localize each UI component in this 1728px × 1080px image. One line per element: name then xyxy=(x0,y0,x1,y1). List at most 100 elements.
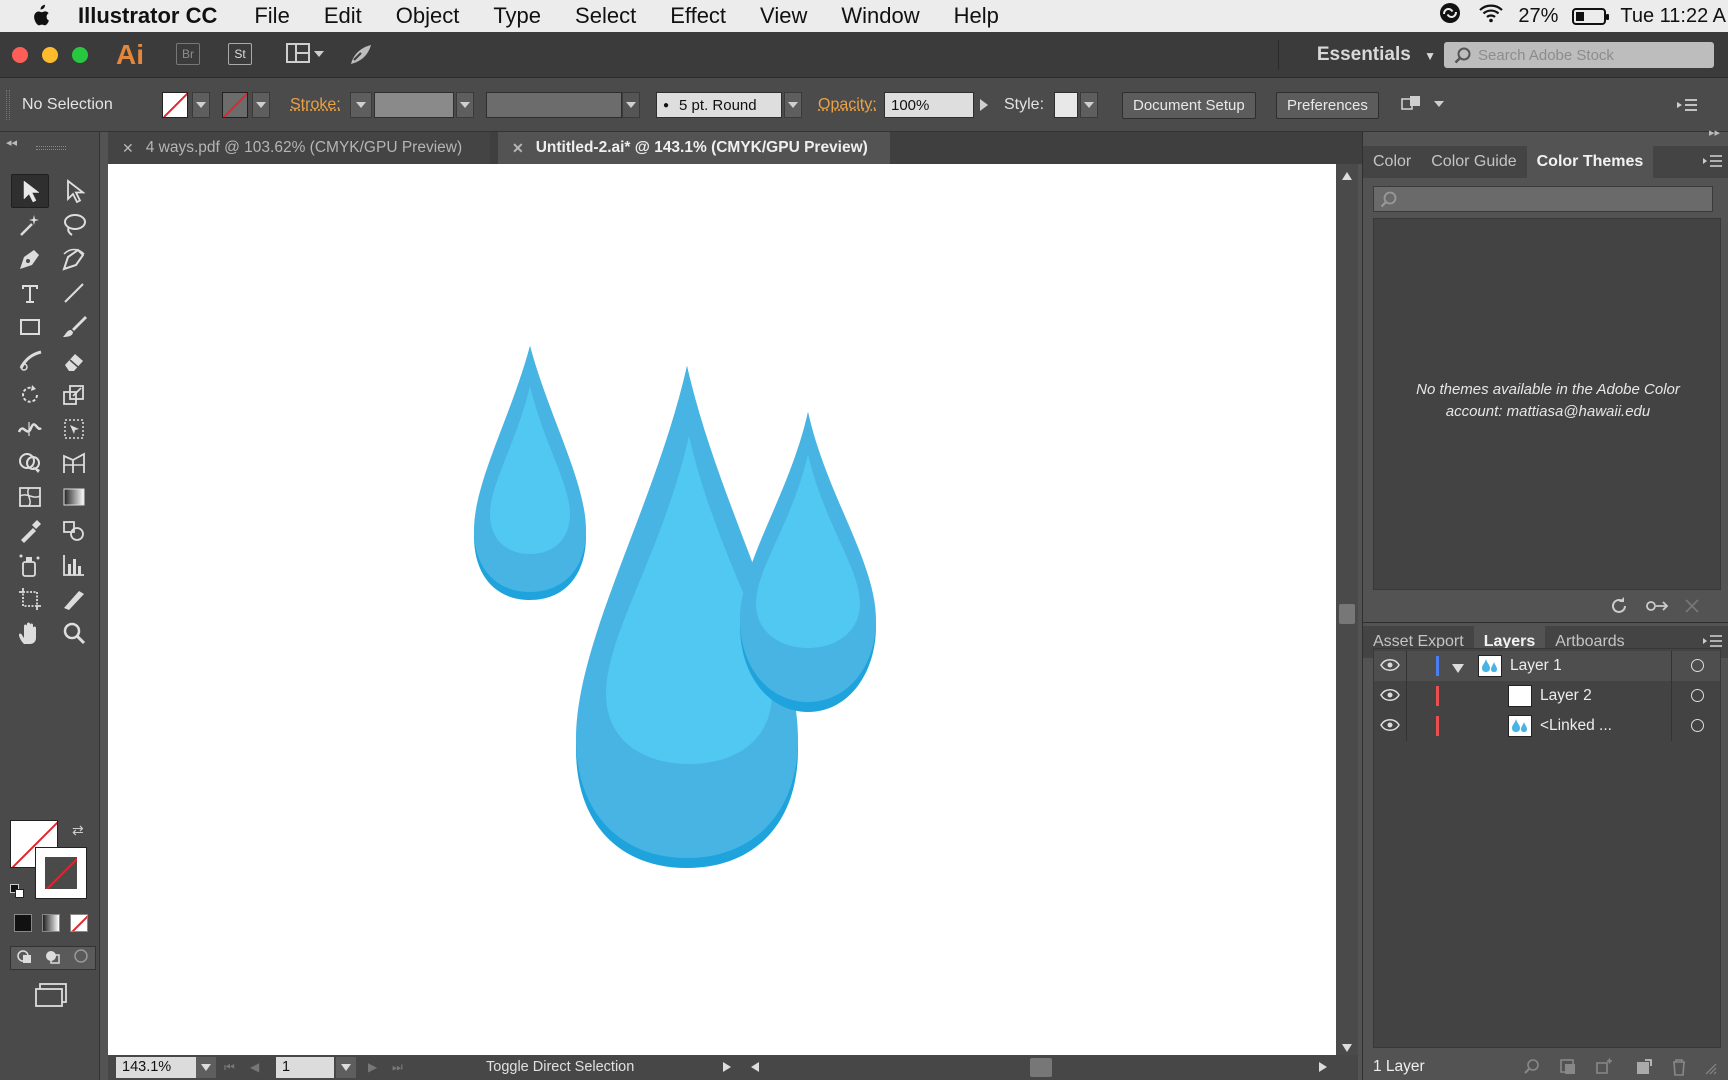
stroke-weight-field[interactable] xyxy=(374,92,454,118)
hand-tool-icon[interactable] xyxy=(11,616,49,650)
lasso-tool-icon[interactable] xyxy=(55,208,93,242)
eye-visibility-icon[interactable] xyxy=(1380,718,1400,737)
menu-select[interactable]: Select xyxy=(558,3,653,29)
wifi-icon[interactable] xyxy=(1478,3,1504,29)
layer-name[interactable]: <Linked ... xyxy=(1540,717,1612,735)
artboard-number-field[interactable]: 1 xyxy=(276,1057,334,1078)
zoom-dropdown-arrow[interactable] xyxy=(196,1057,216,1078)
curvature-tool-icon[interactable] xyxy=(55,242,93,276)
gradient-tool-icon[interactable] xyxy=(55,480,93,514)
line-segment-tool-icon[interactable] xyxy=(55,276,93,310)
workspace-switcher[interactable]: Essentials ▼ xyxy=(1317,44,1436,66)
gradient-mode-icon[interactable] xyxy=(42,914,60,932)
default-fill-stroke-icon[interactable] xyxy=(10,884,24,898)
artboard-canvas[interactable] xyxy=(108,164,1336,1055)
vertical-scrollbar[interactable] xyxy=(1336,164,1358,1055)
lock-column[interactable] xyxy=(1406,711,1407,741)
tab-color[interactable]: Color xyxy=(1363,146,1421,178)
tab-4-ways-pdf[interactable]: ✕ 4 ways.pdf @ 103.62% (CMYK/GPU Preview… xyxy=(108,132,490,164)
horizontal-scrollbar[interactable] xyxy=(748,1057,1332,1078)
opacity-field[interactable]: 100% xyxy=(884,92,974,118)
status-message[interactable]: Toggle Direct Selection xyxy=(486,1059,634,1075)
minimize-window-button[interactable] xyxy=(42,47,58,63)
swap-fill-stroke-icon[interactable]: ⇄ xyxy=(72,822,84,839)
paintbrush-tool-icon[interactable] xyxy=(55,310,93,344)
layer-name[interactable]: Layer 2 xyxy=(1540,687,1592,705)
zoom-tool-icon[interactable] xyxy=(55,616,93,650)
locate-object-icon[interactable] xyxy=(1523,1058,1541,1080)
small-raindrop[interactable] xyxy=(474,346,586,600)
trash-icon[interactable] xyxy=(1671,1058,1687,1080)
variable-width-dropdown-arrow[interactable] xyxy=(622,92,640,118)
target-circle-icon[interactable] xyxy=(1691,719,1704,732)
clock[interactable]: Tue 11:22 A xyxy=(1620,5,1726,28)
close-tab-icon[interactable]: ✕ xyxy=(512,140,524,157)
eyedropper-tool-icon[interactable] xyxy=(11,514,49,548)
graphic-style-swatch[interactable] xyxy=(1054,92,1078,118)
shaper-tool-icon[interactable] xyxy=(11,344,49,378)
first-artboard-icon[interactable]: ⏮ xyxy=(224,1060,235,1075)
stroke-color-box[interactable] xyxy=(35,847,87,899)
magic-wand-tool-icon[interactable] xyxy=(11,208,49,242)
zoom-level-field[interactable]: 143.1% xyxy=(116,1057,196,1078)
layer-row-layer-2[interactable]: Layer 2 xyxy=(1374,681,1720,711)
toolbar-grip[interactable] xyxy=(36,146,66,150)
stock-search-field[interactable]: Search Adobe Stock xyxy=(1444,42,1714,68)
align-options-icon[interactable] xyxy=(1400,93,1446,122)
collapse-dock-icon[interactable]: ▸▸ xyxy=(1709,126,1720,139)
control-bar-grip[interactable] xyxy=(6,90,10,120)
previous-artboard-icon[interactable]: ◀ xyxy=(250,1060,259,1074)
collapse-toolbar-icon[interactable]: ◂◂ xyxy=(6,136,17,149)
graphic-style-dropdown-arrow[interactable] xyxy=(1080,92,1098,118)
tab-color-themes[interactable]: Color Themes xyxy=(1526,146,1654,178)
menu-type[interactable]: Type xyxy=(476,3,558,29)
last-artboard-icon[interactable]: ⏭ xyxy=(392,1060,403,1075)
refresh-icon[interactable] xyxy=(1609,596,1629,621)
draw-inside-icon[interactable] xyxy=(73,948,89,969)
variable-width-profile[interactable] xyxy=(486,92,622,118)
lock-column[interactable] xyxy=(1406,651,1407,681)
menu-help[interactable]: Help xyxy=(937,3,1016,29)
creative-cloud-icon[interactable] xyxy=(1436,2,1464,30)
fill-swatch[interactable] xyxy=(162,92,188,118)
tab-color-guide[interactable]: Color Guide xyxy=(1421,146,1526,178)
battery-icon[interactable] xyxy=(1572,7,1610,25)
stroke-swatch[interactable] xyxy=(222,92,248,118)
raindrops-artwork[interactable] xyxy=(108,164,1336,1055)
brush-definition-field[interactable]: ● 5 pt. Round xyxy=(656,92,782,118)
selection-tool-icon[interactable] xyxy=(11,174,49,208)
perspective-grid-tool-icon[interactable] xyxy=(55,446,93,480)
type-tool-icon[interactable] xyxy=(11,276,49,310)
control-panel-menu-icon[interactable] xyxy=(1676,98,1698,117)
target-circle-icon[interactable] xyxy=(1691,689,1704,702)
menu-window[interactable]: Window xyxy=(824,3,936,29)
stock-button[interactable]: St xyxy=(228,43,252,65)
scale-tool-icon[interactable] xyxy=(55,378,93,412)
pen-tool-icon[interactable] xyxy=(11,242,49,276)
panel-menu-icon[interactable] xyxy=(1703,154,1723,173)
right-raindrop[interactable] xyxy=(740,412,876,712)
apple-icon[interactable] xyxy=(20,0,60,32)
horizontal-scroll-thumb[interactable] xyxy=(1030,1058,1052,1077)
menu-object[interactable]: Object xyxy=(379,3,477,29)
bridge-button[interactable]: Br xyxy=(176,43,200,65)
panel-resize-grip-icon[interactable] xyxy=(1705,1062,1717,1080)
free-transform-tool-icon[interactable] xyxy=(55,412,93,446)
layer-row-layer-1[interactable]: Layer 1 xyxy=(1374,651,1720,681)
blend-tool-icon[interactable] xyxy=(55,514,93,548)
stroke-label[interactable]: Stroke: xyxy=(290,96,341,114)
close-tab-icon[interactable]: ✕ xyxy=(122,140,134,157)
target-circle-icon[interactable] xyxy=(1691,659,1704,672)
scroll-up-arrow-icon[interactable] xyxy=(1341,168,1353,186)
artboard-dropdown-arrow[interactable] xyxy=(336,1057,356,1078)
vertical-scroll-thumb[interactable] xyxy=(1339,604,1355,624)
menu-view[interactable]: View xyxy=(743,3,824,29)
lock-column[interactable] xyxy=(1406,681,1407,711)
eye-visibility-icon[interactable] xyxy=(1380,658,1400,677)
app-menu-name[interactable]: Illustrator CC xyxy=(78,3,217,29)
symbol-sprayer-tool-icon[interactable] xyxy=(11,548,49,582)
screen-mode-icon[interactable] xyxy=(34,982,68,1013)
draw-behind-icon[interactable] xyxy=(45,948,61,969)
eraser-tool-icon[interactable] xyxy=(55,344,93,378)
arrange-documents-icon[interactable] xyxy=(286,43,326,70)
